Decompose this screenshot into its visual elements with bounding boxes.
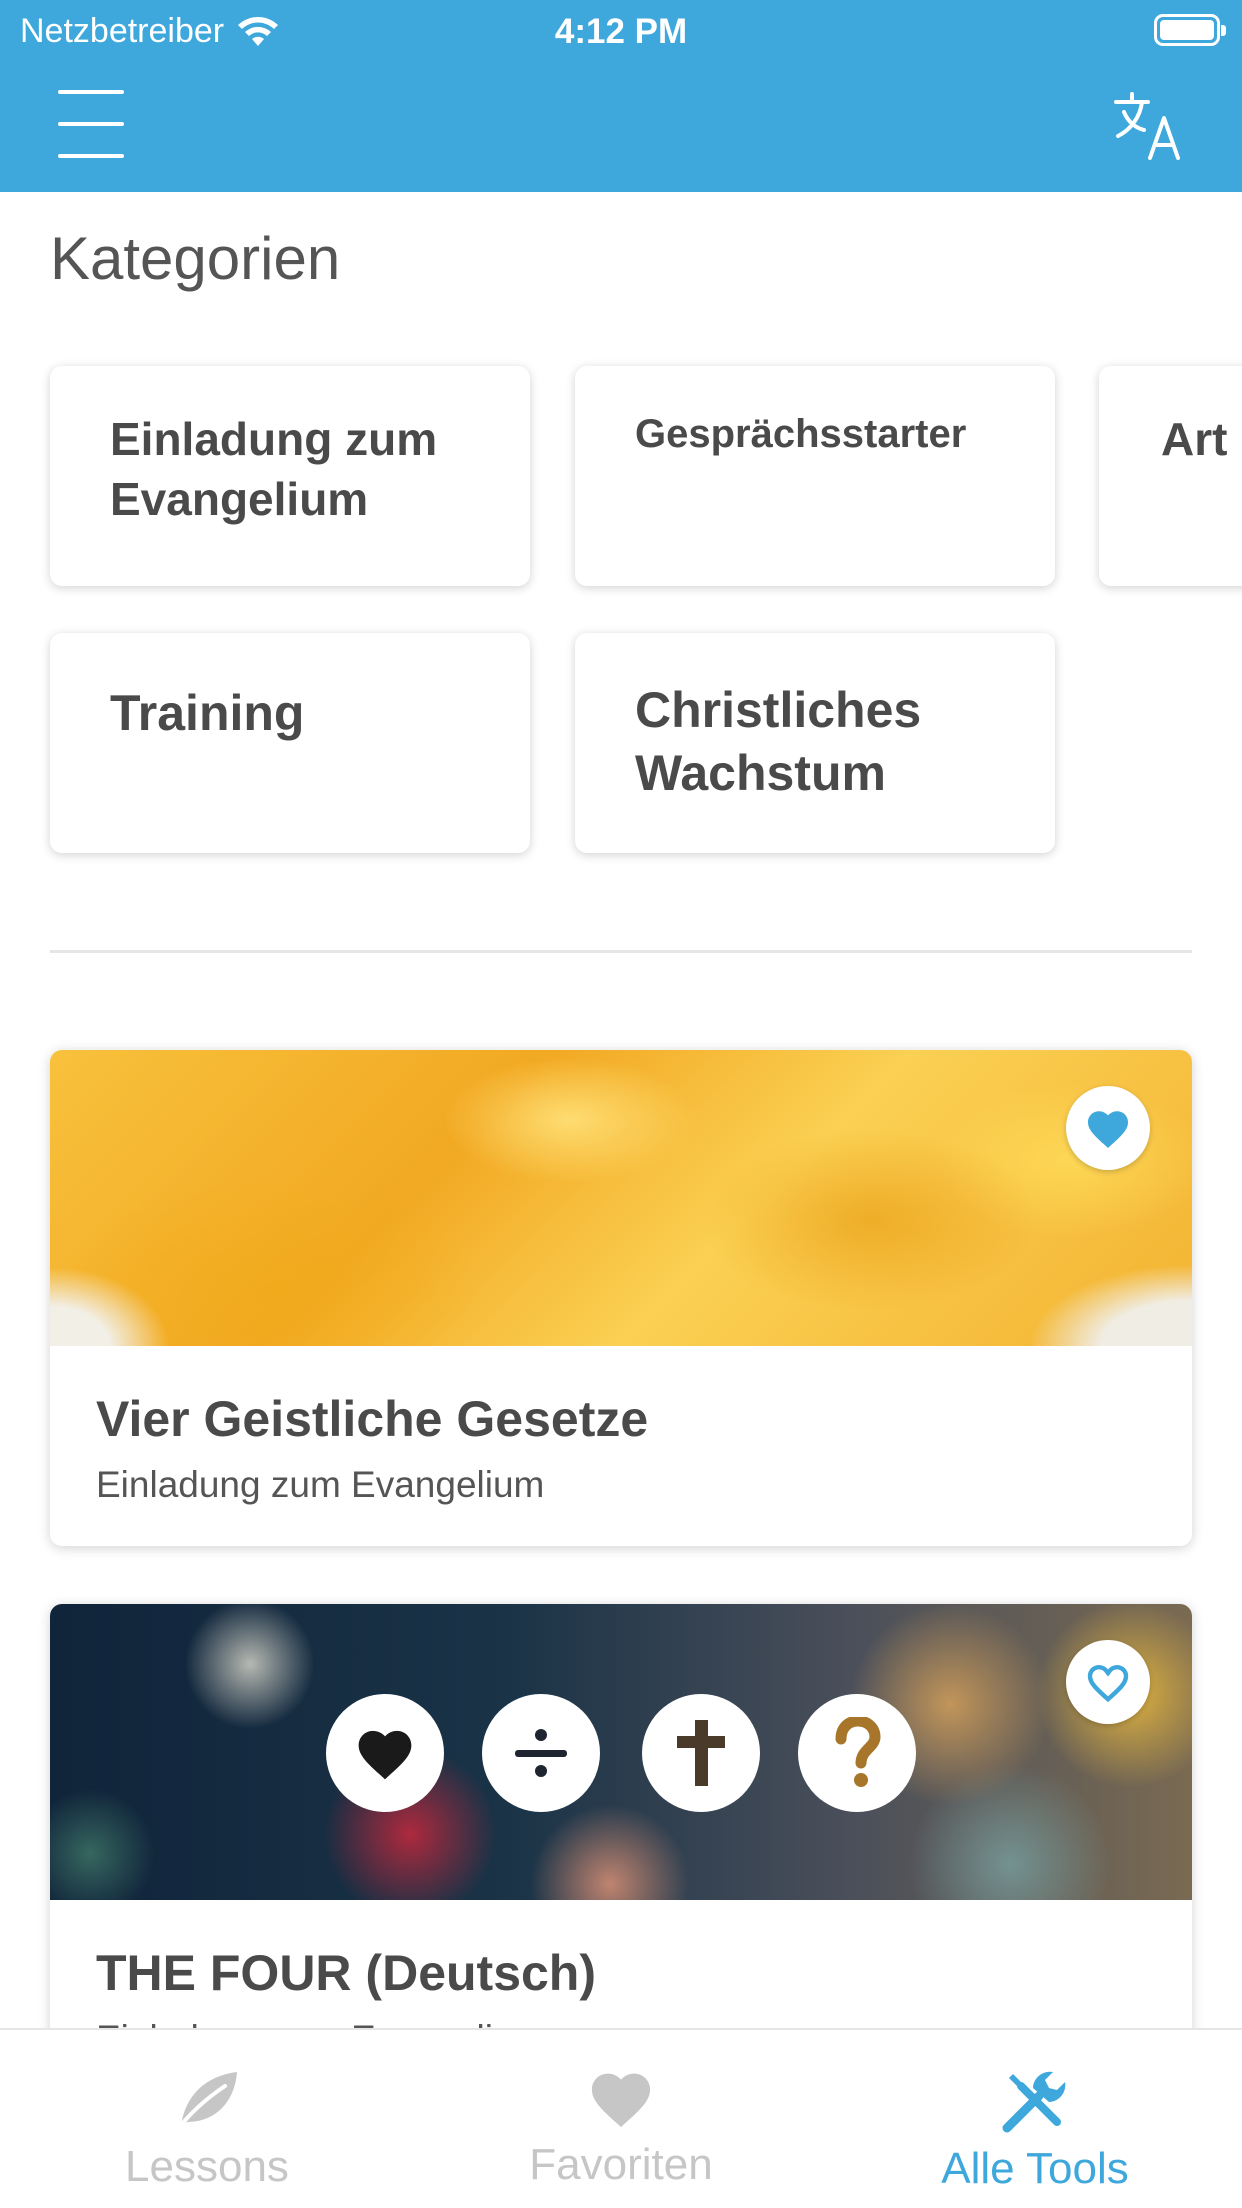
battery-icon <box>1154 14 1226 46</box>
status-time: 4:12 PM <box>554 12 688 51</box>
heart-filled-icon <box>1088 1111 1128 1148</box>
category-label: Einladung zum Evangelium <box>110 413 438 525</box>
heart-outline-icon <box>1087 1664 1129 1703</box>
category-card-gespraechsstarter[interactable]: Gesprächsstarter <box>575 366 1055 586</box>
tool-title: Vier Geistliche Gesetze <box>96 1391 649 1447</box>
tab-bar: Lessons Favoriten Alle Tools <box>0 2028 1242 2208</box>
hamburger-menu-icon[interactable] <box>56 88 126 160</box>
category-label: Art <box>1161 413 1228 465</box>
tab-label: Favoriten <box>529 2140 713 2189</box>
tool-banner-image <box>50 1050 1192 1346</box>
status-bar: Netzbetreiber 4:12 PM <box>0 0 1242 62</box>
category-card-training[interactable]: Training <box>50 633 530 853</box>
question-symbol-icon <box>798 1694 916 1812</box>
navigation-bar: Netzbetreiber 4:12 PM <box>0 0 1242 192</box>
tab-label: Lessons <box>125 2142 289 2191</box>
favorite-toggle-button[interactable] <box>1066 1086 1150 1170</box>
favorite-toggle-button[interactable] <box>1066 1640 1150 1724</box>
tool-card-the-four[interactable]: THE FOUR (Deutsch) Einladung zum Evangel… <box>50 1604 1192 2064</box>
tab-alle-tools[interactable]: Alle Tools <box>828 2030 1242 2208</box>
tool-banner-image <box>50 1604 1192 1900</box>
category-label: Christliches Wachstum <box>635 682 922 801</box>
heart-symbol-icon <box>326 1694 444 1812</box>
category-label: Gesprächsstarter <box>635 412 967 456</box>
divide-symbol-icon <box>482 1694 600 1812</box>
categories-heading: Kategorien <box>50 225 341 292</box>
tab-lessons[interactable]: Lessons <box>0 2030 414 2208</box>
tool-title: THE FOUR (Deutsch) <box>96 1945 596 2001</box>
section-divider <box>50 950 1192 953</box>
cross-symbol-icon <box>642 1694 760 1812</box>
category-card-christliches-wachstum[interactable]: Christliches Wachstum <box>575 633 1055 853</box>
category-card-art[interactable]: Art <box>1099 366 1242 586</box>
tab-label: Alle Tools <box>941 2144 1129 2193</box>
tools-icon <box>1002 2071 1066 2133</box>
category-card-einladung[interactable]: Einladung zum Evangelium <box>50 366 530 586</box>
tool-category: Einladung zum Evangelium <box>96 1464 545 1505</box>
heart-icon <box>591 2073 651 2128</box>
translate-icon[interactable] <box>1112 88 1188 164</box>
category-label: Training <box>110 685 305 741</box>
tool-card-vier-geistliche-gesetze[interactable]: Vier Geistliche Gesetze Einladung zum Ev… <box>50 1050 1192 1546</box>
tab-favoriten[interactable]: Favoriten <box>414 2030 828 2208</box>
leaf-icon <box>175 2072 237 2132</box>
